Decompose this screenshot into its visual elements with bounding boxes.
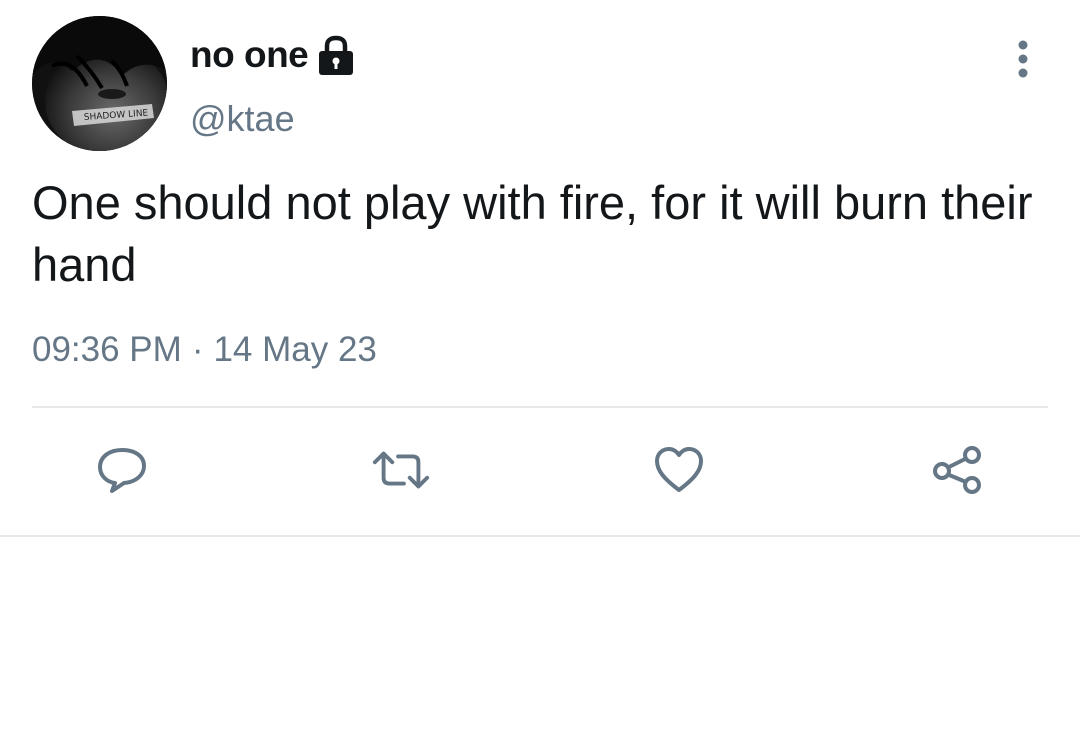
meta-separator: · [191,330,204,369]
reply-icon [98,448,146,493]
tweet-text: One should not play with fire, for it wi… [32,176,1033,291]
reply-button[interactable] [92,440,152,500]
more-options-button[interactable] [1000,36,1046,82]
share-icon [933,446,981,494]
divider [32,406,1048,408]
avatar-image: SHADOW LINE [32,16,167,151]
heart-icon [655,447,703,492]
author-handle[interactable]: @ktae [190,98,295,140]
lock-icon [316,34,356,76]
share-button[interactable] [927,440,987,500]
retweet-button[interactable] [371,440,431,500]
author-name-row: no one [190,32,356,78]
tweet-date: 14 May 23 [213,330,377,369]
tweet-timestamp[interactable]: 09:36 PM · 14 May 23 [32,330,377,370]
more-vertical-icon [1018,40,1028,78]
retweet-icon [372,451,430,489]
avatar[interactable]: SHADOW LINE [32,16,167,151]
tweet-time: 09:36 PM [32,330,182,369]
tweet-card: SHADOW LINE no one @ktae One should not … [0,0,1080,537]
display-name[interactable]: no one [190,34,309,76]
like-button[interactable] [649,440,709,500]
